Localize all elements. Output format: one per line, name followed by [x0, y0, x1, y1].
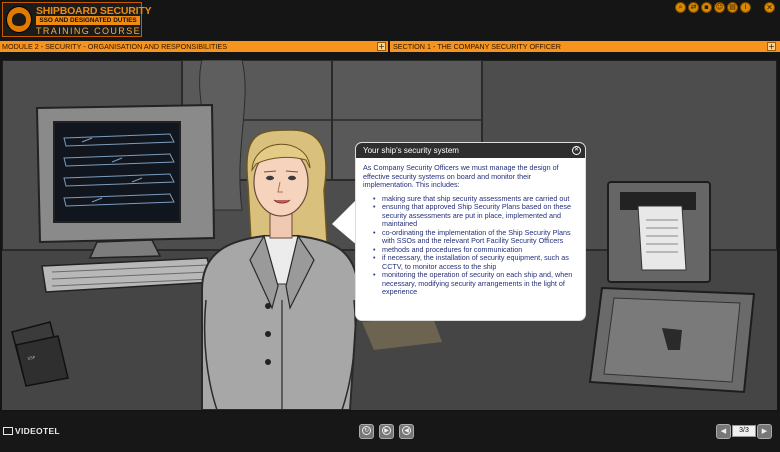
videotel-logo-text: VIDEOTEL — [15, 426, 60, 436]
training-app: SHIPBOARD SECURITY SSO AND DESIGNATED DU… — [0, 0, 780, 452]
video-icon[interactable]: ▪ — [701, 2, 712, 13]
videotel-logo-icon — [3, 427, 13, 435]
next-page-button[interactable]: ▶ — [757, 424, 772, 439]
logo-course: TRAINING COURSE — [36, 26, 142, 36]
replay-button[interactable]: ↻ — [359, 424, 374, 439]
bubble-list-item: ensuring that approved Ship Security Pla… — [363, 202, 577, 229]
replay-icon: ↻ — [362, 426, 371, 435]
page-indicator: 3/3 — [732, 425, 756, 437]
clipboard — [588, 286, 756, 394]
user-icon[interactable]: ☺ — [714, 2, 725, 13]
bubble-body: As Company Security Officers we must man… — [356, 158, 585, 297]
section-expand-button[interactable]: + — [767, 42, 776, 51]
chevron-left-icon: ◀ — [720, 427, 727, 435]
bubble-tail — [332, 198, 358, 246]
play-button[interactable]: ▶ — [379, 424, 394, 439]
info-icon[interactable]: i — [740, 2, 751, 13]
share-icon[interactable]: ⇄ — [688, 2, 699, 13]
module-divider — [388, 41, 390, 52]
volume-button[interactable]: ◀ — [399, 424, 414, 439]
previous-page-button[interactable]: ◀ — [716, 424, 731, 439]
bubble-title: Your ship's security system — [363, 146, 459, 155]
module-bar: MODULE 2 - SECURITY - ORGANISATION AND R… — [0, 41, 780, 52]
close-icon[interactable]: ✕ — [764, 2, 775, 13]
speech-bubble: Your ship's security system ✕ As Company… — [356, 143, 585, 320]
bubble-list-item: monitoring the operation of security on … — [363, 270, 577, 297]
computer-monitor — [35, 103, 216, 259]
module-expand-button[interactable]: + — [377, 42, 386, 51]
document-icon[interactable]: ▤ — [727, 2, 738, 13]
bubble-list-item: if necessary, the installation of securi… — [363, 253, 577, 271]
bubble-header: Your ship's security system ✕ — [356, 143, 585, 158]
play-icon: ▶ — [382, 426, 391, 435]
printer-device — [607, 181, 711, 283]
course-logo: SHIPBOARD SECURITY SSO AND DESIGNATED DU… — [2, 2, 152, 37]
search-icon[interactable]: ⌕ — [675, 2, 686, 13]
bubble-close-icon[interactable]: ✕ — [572, 146, 581, 155]
section-title[interactable]: SECTION 1 - THE COMPANY SECURITY OFFICER — [393, 41, 561, 52]
helmet-icon — [6, 6, 32, 33]
logo-subtitle: SSO AND DESIGNATED DUTIES — [36, 16, 140, 25]
bubble-list: making sure that ship security assessmen… — [363, 194, 577, 297]
bubble-list-item: co-ordinating the implementation of the … — [363, 228, 577, 246]
bubble-intro: As Company Security Officers we must man… — [363, 163, 559, 189]
chevron-right-icon: ▶ — [761, 427, 768, 435]
module-title[interactable]: MODULE 2 - SECURITY - ORGANISATION AND R… — [2, 41, 227, 52]
volume-icon: ◀ — [402, 426, 411, 435]
videotel-logo: VIDEOTEL — [3, 426, 60, 436]
